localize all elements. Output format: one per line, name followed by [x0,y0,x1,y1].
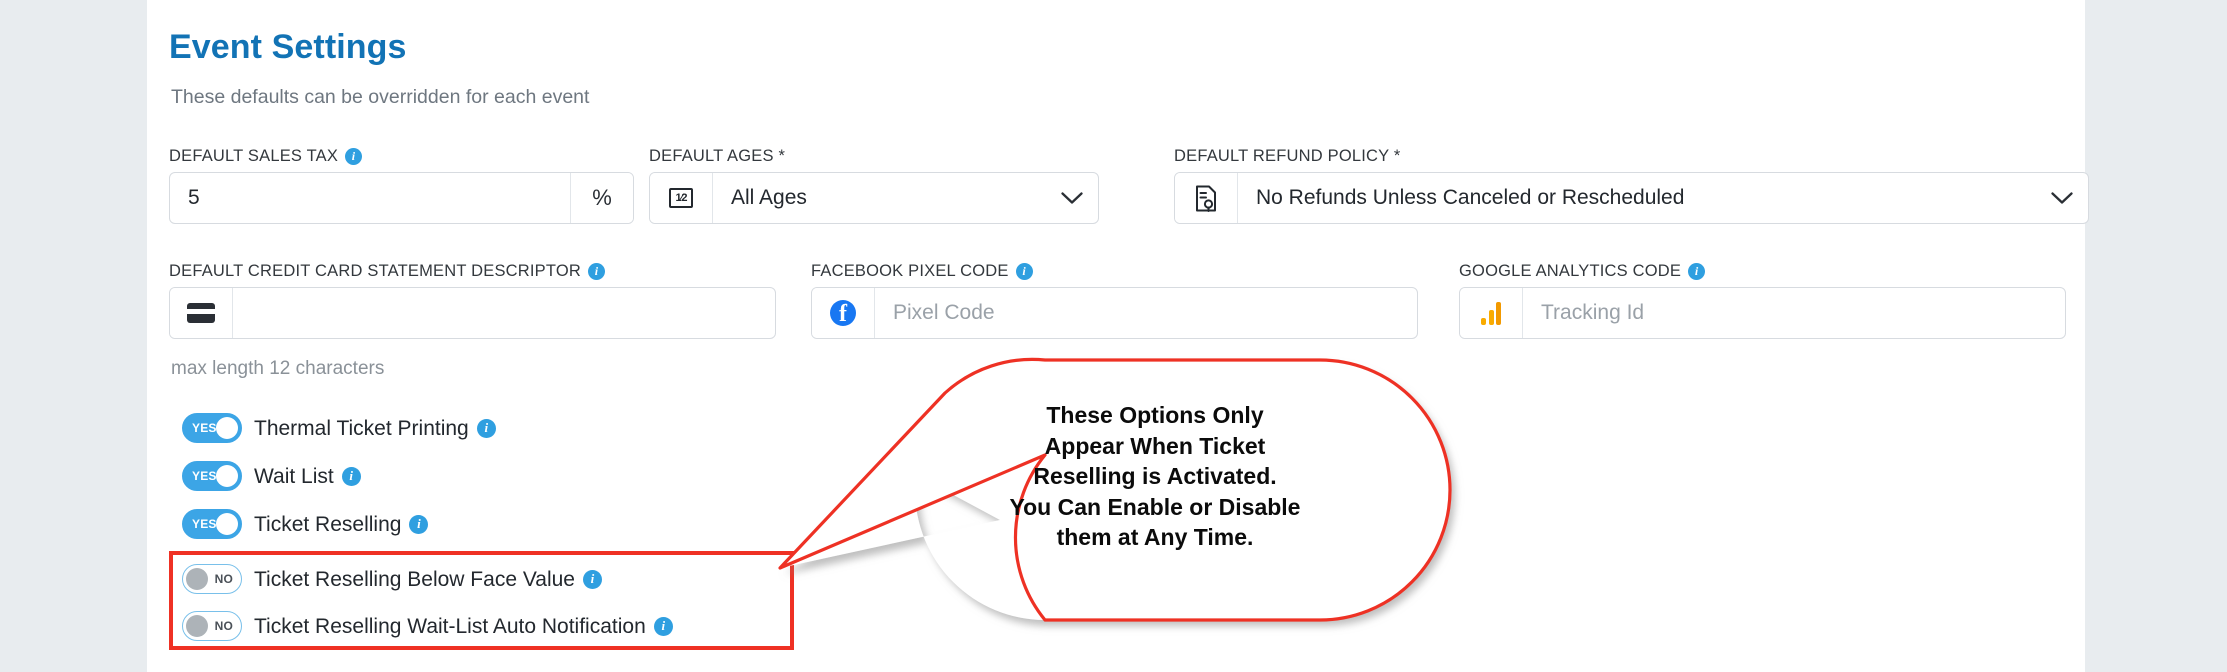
age-badge-icon: 1⁄2 [650,173,713,223]
default-ages-select[interactable]: 1⁄2 All Ages [649,172,1099,224]
toggle-label-text: Ticket Reselling [254,512,402,536]
google-analytics-icon-glyph [1481,301,1501,325]
label-statement-descriptor-text: DEFAULT CREDIT CARD STATEMENT DESCRIPTOR [169,262,582,281]
toggle-state-label: YES [192,517,217,531]
refund-document-icon [1175,173,1238,223]
settings-card: Event Settings These defaults can be ove… [147,0,2089,672]
info-icon[interactable]: i [1015,263,1033,280]
default-refund-policy-select[interactable]: No Refunds Unless Canceled or Reschedule… [1174,172,2089,224]
facebook-pixel-code-field[interactable]: f [811,287,1418,339]
toggle-label-text: Thermal Ticket Printing [254,416,469,440]
toggle-label-ticket-reselling-below-face-value: Ticket Reselling Below Face Value i [254,569,602,590]
facebook-pixel-code-input[interactable] [875,288,1417,338]
label-google-analytics-code-text: GOOGLE ANALYTICS CODE [1459,262,1682,281]
statement-descriptor-helper-text: max length 12 characters [171,358,385,379]
toggle-state-label: NO [214,619,233,633]
google-analytics-code-field[interactable] [1459,287,2066,339]
default-ages-value: All Ages [731,186,807,209]
toggle-label-text: Ticket Reselling Below Face Value [254,567,575,591]
facebook-icon: f [812,288,875,338]
callout-line-3: Reselling is Activated. [1033,463,1277,490]
toggle-state-label: NO [214,572,233,586]
callout-line-5: them at Any Time. [1056,524,1254,551]
toggle-switch-ticket-reselling-below-face-value[interactable]: NO [182,564,242,594]
facebook-icon-glyph: f [830,300,856,326]
statement-descriptor-input[interactable] [233,288,775,338]
page-subtitle: These defaults can be overridden for eac… [171,86,590,108]
settings-card-inner: Event Settings These defaults can be ove… [169,0,2089,672]
toggle-switch-ticket-reselling-wait-list-auto-notification[interactable]: NO [182,611,242,641]
info-icon[interactable]: i [341,466,361,486]
toggle-row-ticket-reselling-below-face-value[interactable]: NO Ticket Reselling Below Face Value i [182,564,602,594]
toggle-knob [186,568,208,590]
google-analytics-icon [1460,288,1523,338]
info-icon[interactable]: i [582,569,602,589]
default-refund-policy-value: No Refunds Unless Canceled or Reschedule… [1256,186,1685,209]
toggle-knob [186,615,208,637]
statement-descriptor-field[interactable] [169,287,776,339]
page-title: Event Settings [169,28,407,66]
toggle-label-ticket-reselling-wait-list-auto-notification: Ticket Reselling Wait-List Auto Notifica… [254,616,673,637]
info-icon[interactable]: i [1688,263,1706,280]
toggle-knob [216,513,238,535]
toggle-switch-thermal-ticket-printing[interactable]: YES [182,413,242,443]
label-default-ages: DEFAULT AGES * [649,148,785,165]
label-facebook-pixel-code-text: FACEBOOK PIXEL CODE [811,262,1009,281]
page-root: Event Settings These defaults can be ove… [0,0,2227,672]
chevron-down-icon[interactable] [2036,173,2088,223]
credit-card-icon [170,288,233,338]
chevron-down-icon[interactable] [1046,173,1098,223]
info-icon[interactable]: i [345,148,363,165]
callout-line-2: Appear When Ticket [1044,432,1266,459]
annotation-callout-text: These Options Only Appear When Ticket Re… [940,400,1370,553]
toggle-state-label: YES [192,469,217,483]
toggle-label-text: Ticket Reselling Wait-List Auto Notifica… [254,614,646,638]
toggle-state-label: YES [192,421,217,435]
sales-tax-input[interactable] [170,173,570,223]
toggle-label-thermal-ticket-printing: Thermal Ticket Printing i [254,418,496,439]
toggle-row-wait-list[interactable]: YES Wait List i [182,461,361,491]
toggle-label-ticket-reselling: Ticket Reselling i [254,512,429,536]
toggle-row-ticket-reselling[interactable]: YES Ticket Reselling i [182,509,429,539]
label-default-sales-tax-text: DEFAULT SALES TAX [169,147,339,166]
google-analytics-code-input[interactable] [1523,288,2065,338]
toggle-knob [216,417,238,439]
label-facebook-pixel-code: FACEBOOK PIXEL CODE i [811,263,1033,280]
label-default-sales-tax: DEFAULT SALES TAX i [169,147,363,166]
label-default-ages-text: DEFAULT AGES * [649,147,786,165]
info-icon[interactable]: i [409,514,429,534]
percent-suffix: % [570,173,633,223]
toggle-switch-wait-list[interactable]: YES [182,461,242,491]
callout-line-4: You Can Enable or Disable [1009,493,1301,520]
callout-line-1: These Options Only [1046,402,1264,428]
label-google-analytics-code: GOOGLE ANALYTICS CODE i [1459,262,1706,281]
info-icon[interactable]: i [653,616,673,636]
label-default-refund-policy-text: DEFAULT REFUND POLICY * [1174,147,1401,165]
toggle-label-wait-list: Wait List i [254,466,361,487]
toggle-row-thermal-ticket-printing[interactable]: YES Thermal Ticket Printing i [182,413,496,443]
info-icon[interactable]: i [588,263,606,280]
toggle-row-ticket-reselling-wait-list-auto-notification[interactable]: NO Ticket Reselling Wait-List Auto Notif… [182,611,673,641]
toggle-label-text: Wait List [254,464,334,488]
label-default-refund-policy: DEFAULT REFUND POLICY * [1174,148,1401,165]
default-sales-tax-field[interactable]: % [169,172,634,224]
age-badge-icon-glyph: 1⁄2 [669,188,693,208]
info-icon[interactable]: i [476,418,496,438]
label-statement-descriptor: DEFAULT CREDIT CARD STATEMENT DESCRIPTOR… [169,262,606,281]
credit-card-icon-glyph [187,303,215,323]
toggle-switch-ticket-reselling[interactable]: YES [182,509,242,539]
toggle-knob [216,465,238,487]
